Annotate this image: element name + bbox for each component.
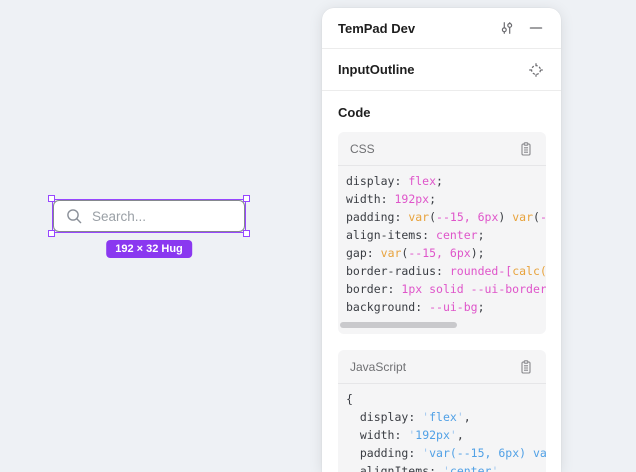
code-line: width: '192px',	[346, 426, 546, 444]
code-line: display: 'flex',	[346, 408, 546, 426]
size-badge: 192 × 32 Hug	[106, 240, 192, 258]
code-line: {	[346, 390, 546, 408]
code-line: gap: var(--15, 6px);	[346, 244, 546, 262]
css-code[interactable]: display: flex;width: 192px;padding: var(…	[338, 166, 546, 316]
js-block-label: JavaScript	[350, 360, 516, 374]
code-line: alignItems: 'center',	[346, 462, 546, 472]
code-section-label: Code	[322, 91, 561, 132]
magnifier-icon	[66, 208, 83, 225]
search-placeholder: Search...	[92, 209, 146, 224]
js-code-block: JavaScript { display: 'flex', width: '19…	[338, 350, 546, 472]
clipboard-copy-icon[interactable]	[516, 139, 536, 159]
css-code-block: CSS display: flex;width: 192px;padding: …	[338, 132, 546, 334]
code-line: border-radius: rounded-[calc(var(--round…	[346, 262, 546, 280]
tempad-dev-panel: TemPad Dev InputOutline	[322, 8, 561, 472]
css-block-label: CSS	[350, 142, 516, 156]
code-line: background: --ui-bg;	[346, 298, 546, 316]
locate-target-icon[interactable]	[526, 60, 546, 80]
code-line: padding: var(--15, 6px) var(--24, 12px)	[346, 208, 546, 226]
selection-handle[interactable]	[243, 230, 250, 237]
css-block-header: CSS	[338, 132, 546, 166]
panel-title: TemPad Dev	[338, 21, 497, 36]
code-line: border: 1px solid --ui-border-color;	[346, 280, 546, 298]
selection-handle[interactable]	[243, 195, 250, 202]
js-code[interactable]: { display: 'flex', width: '192px', paddi…	[338, 384, 546, 472]
code-line: width: 192px;	[346, 190, 546, 208]
code-line: padding: 'var(--15, 6px) var(--24, 12px)…	[346, 444, 546, 462]
code-line: align-items: center;	[346, 226, 546, 244]
sliders-icon[interactable]	[497, 18, 517, 38]
horizontal-scrollbar[interactable]	[340, 322, 457, 328]
minimize-icon[interactable]	[526, 18, 546, 38]
selection-handle[interactable]	[48, 195, 55, 202]
panel-header: TemPad Dev	[322, 8, 561, 49]
search-input-component[interactable]: Search...	[53, 200, 245, 232]
selected-component-wrapper: Search... 192 × 32 Hug	[53, 200, 245, 232]
code-line: display: flex;	[346, 172, 546, 190]
clipboard-copy-icon[interactable]	[516, 357, 536, 377]
component-name: InputOutline	[338, 62, 526, 77]
js-block-header: JavaScript	[338, 350, 546, 384]
component-row: InputOutline	[322, 49, 561, 91]
selection-handle[interactable]	[48, 230, 55, 237]
